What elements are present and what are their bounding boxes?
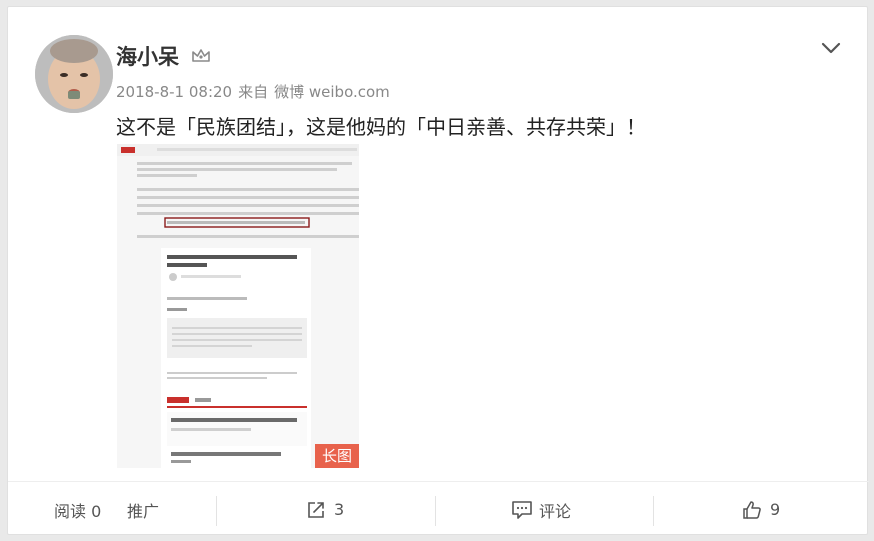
post-source[interactable]: 微博 weibo.com	[274, 83, 390, 101]
repost-button[interactable]: 3	[306, 482, 344, 537]
chevron-down-icon[interactable]	[816, 33, 846, 63]
divider	[435, 496, 436, 526]
long-image-badge: 长图	[315, 444, 359, 468]
repost-count: 3	[334, 500, 345, 519]
post-meta: 2018-8-1 08:20 来自 微博 weibo.com	[116, 81, 396, 102]
like-count: 9	[770, 500, 781, 519]
post-text: 这不是「民族团结」，这是他妈的「中日亲善、共存共荣」！	[116, 115, 646, 139]
avatar[interactable]	[35, 35, 113, 113]
read-count: 阅读 0	[54, 482, 101, 537]
promote-label: 推广	[127, 501, 160, 521]
divider	[653, 496, 654, 526]
read-count-label: 阅读 0	[54, 501, 102, 521]
source-prefix: 来自	[238, 83, 269, 101]
comment-icon	[511, 500, 532, 520]
like-button[interactable]: 9	[742, 482, 780, 537]
weibo-post-card: 海小呆 2018-8-1 08:20 来自 微博 weibo.com 这不是「民族团…	[7, 6, 869, 536]
action-bar: 阅读 0 推广 3 评论 9	[8, 481, 869, 536]
username[interactable]: 海小呆	[116, 41, 179, 71]
post-image-thumbnail[interactable]: 长图	[117, 144, 359, 468]
thumbs-up-icon	[742, 500, 762, 520]
promote-button[interactable]: 推广	[127, 482, 159, 537]
post-timestamp[interactable]: 2018-8-1 08:20	[116, 83, 232, 101]
comment-button[interactable]: 评论	[511, 482, 571, 537]
comment-label: 评论	[539, 501, 572, 521]
divider	[216, 496, 217, 526]
crown-icon	[190, 45, 212, 67]
repost-icon	[306, 500, 326, 520]
